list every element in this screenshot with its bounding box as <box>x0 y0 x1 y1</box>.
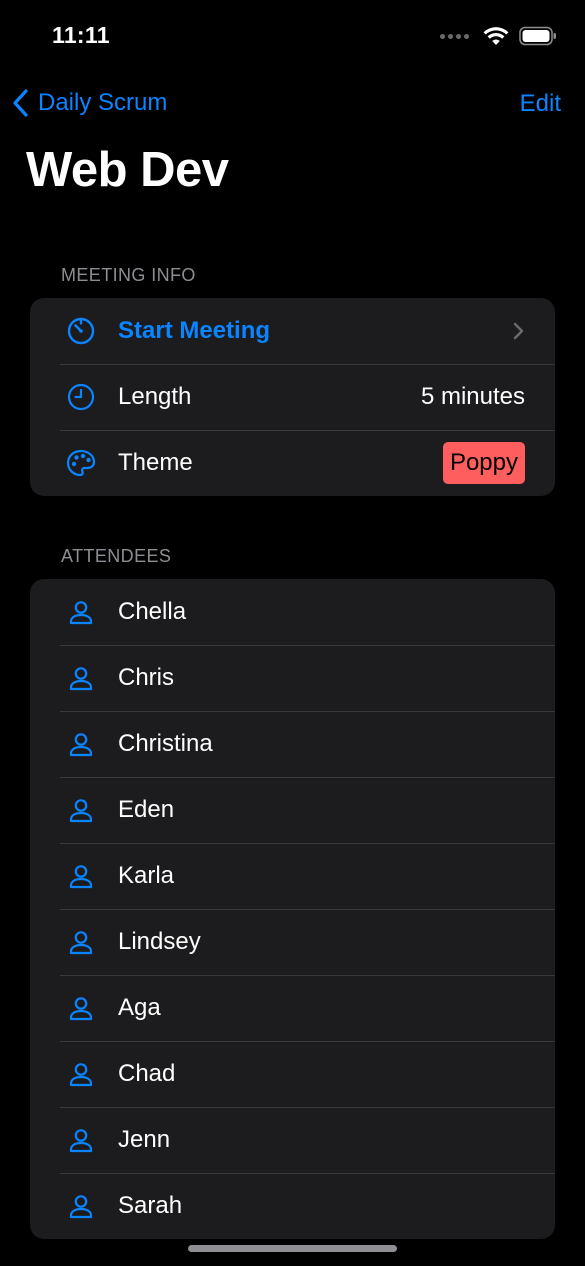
person-icon <box>65 1124 97 1156</box>
theme-badge: Poppy <box>442 442 525 484</box>
attendee-name: Chris <box>118 664 175 691</box>
attendee-name: Chad <box>118 1060 176 1087</box>
attendee-row: Lindsey <box>30 909 555 975</box>
attendee-name: Sarah <box>118 1192 183 1219</box>
attendee-row: Aga <box>30 975 555 1041</box>
start-meeting-row[interactable]: Start Meeting <box>30 298 555 364</box>
attendee-row: Chris <box>30 645 555 711</box>
attendee-name: Aga <box>118 994 161 1021</box>
clock-icon <box>65 381 97 413</box>
wifi-icon <box>483 27 509 45</box>
person-icon <box>65 1190 97 1222</box>
palette-icon <box>65 447 97 479</box>
battery-icon <box>519 26 556 46</box>
home-indicator <box>188 1245 397 1252</box>
back-button-label: Daily Scrum <box>38 89 168 116</box>
navigation-bar: Daily Scrum Edit <box>0 76 585 132</box>
attendee-row: Chella <box>30 579 555 645</box>
edit-button[interactable]: Edit <box>520 90 561 118</box>
status-icons <box>440 26 557 46</box>
attendee-row: Chad <box>30 1041 555 1107</box>
length-value: 5 minutes <box>420 383 525 410</box>
person-icon <box>65 728 97 760</box>
attendee-name: Jenn <box>118 1126 171 1153</box>
back-button[interactable]: Daily Scrum <box>12 88 167 118</box>
timer-icon <box>65 315 97 347</box>
start-meeting-label: Start Meeting <box>118 317 271 344</box>
attendee-row: Christina <box>30 711 555 777</box>
attendee-row: Sarah <box>30 1173 555 1239</box>
attendee-row: Karla <box>30 843 555 909</box>
attendees-header: ATTENDEES <box>61 546 172 566</box>
person-icon <box>65 794 97 826</box>
attendee-row: Eden <box>30 777 555 843</box>
length-row: Length 5 minutes <box>30 364 555 430</box>
cellular-signal-icon <box>440 33 469 39</box>
attendee-name: Eden <box>118 796 175 823</box>
attendee-name: Christina <box>118 730 213 757</box>
meeting-info-group: Start Meeting Length 5 minutes Theme Pop… <box>30 298 555 496</box>
status-bar: 11:11 <box>0 0 585 76</box>
theme-row: Theme Poppy <box>30 430 555 496</box>
attendee-name: Karla <box>118 862 175 889</box>
chevron-right-icon <box>511 320 525 342</box>
length-label: Length <box>118 383 192 410</box>
chevron-left-icon <box>13 89 28 117</box>
person-icon <box>65 992 97 1024</box>
status-time: 11:11 <box>52 22 110 48</box>
page-title: Web Dev <box>26 143 229 197</box>
theme-label: Theme <box>118 449 193 476</box>
person-icon <box>65 926 97 958</box>
attendee-name: Chella <box>118 598 187 625</box>
person-icon <box>65 662 97 694</box>
person-icon <box>65 596 97 628</box>
attendee-row: Jenn <box>30 1107 555 1173</box>
person-icon <box>65 860 97 892</box>
attendees-group: Chella Chris Christina Eden Karla Lindse… <box>30 579 555 1239</box>
person-icon <box>65 1058 97 1090</box>
meeting-info-header: MEETING INFO <box>61 265 196 285</box>
attendee-name: Lindsey <box>118 928 201 955</box>
